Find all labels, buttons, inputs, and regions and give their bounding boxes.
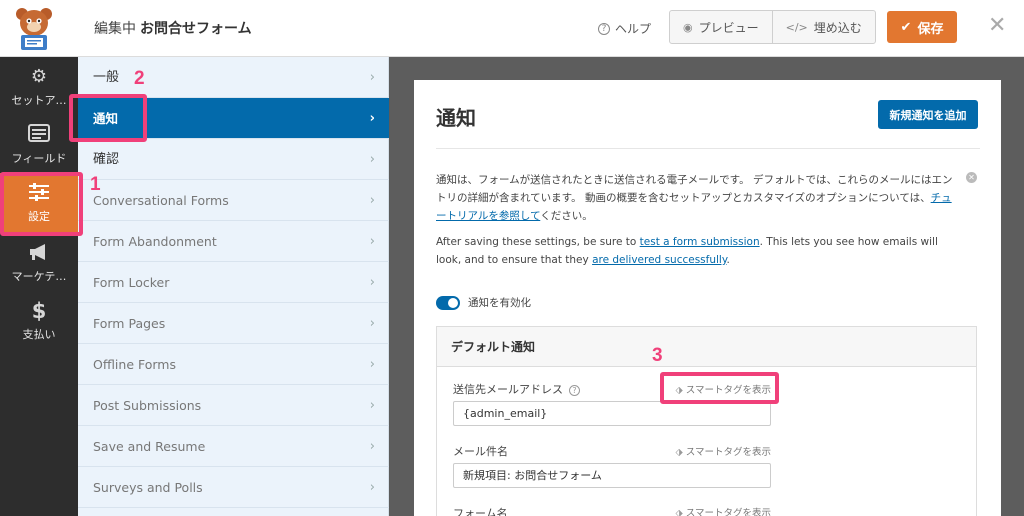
tag-icon: ⬗ (675, 508, 683, 516)
tag-icon: ⬗ (675, 447, 683, 458)
settings-item-form-locker[interactable]: Form Locker › (78, 262, 389, 303)
question-circle-icon[interactable]: ? (569, 384, 580, 396)
settings-item-confirmations[interactable]: 確認 › (78, 139, 389, 180)
default-notification-title: デフォルト通知 (437, 327, 976, 367)
annotation-number-2: 2 (134, 68, 145, 89)
megaphone-icon (28, 242, 50, 264)
eye-icon: ◉ (683, 20, 693, 34)
chevron-right-icon: › (369, 480, 375, 495)
chevron-right-icon: › (369, 70, 375, 85)
settings-item-offline-forms[interactable]: Offline Forms › (78, 344, 389, 385)
fields-list-icon (28, 124, 50, 146)
save-button[interactable]: ✔ 保存 (887, 11, 957, 43)
settings-item-surveys-and-polls[interactable]: Surveys and Polls › (78, 467, 389, 508)
add-notification-button[interactable]: 新規通知を追加 (878, 100, 978, 129)
divider (436, 148, 980, 149)
code-icon: </> (785, 20, 808, 34)
email-subject-label: メール件名 (453, 445, 508, 458)
sidebar-item-fields[interactable]: フィールド (0, 115, 78, 173)
chevron-right-icon: › (369, 398, 375, 413)
send-to-email-label: 送信先メールアドレス? (453, 381, 580, 397)
settings-item-save-and-resume[interactable]: Save and Resume › (78, 426, 389, 467)
settings-item-conversational-forms[interactable]: Conversational Forms › (78, 180, 389, 221)
delivered-successfully-link[interactable]: are delivered successfully (592, 254, 726, 266)
highlight-notifications (69, 94, 147, 142)
enable-notifications-toggle[interactable] (436, 295, 460, 310)
settings-item-form-pages[interactable]: Form Pages › (78, 303, 389, 344)
preview-embed-group: ◉ プレビュー </> 埋め込む (669, 10, 876, 44)
chevron-right-icon: › (369, 111, 375, 126)
chevron-right-icon: › (369, 439, 375, 454)
test-submission-link[interactable]: test a form submission (640, 236, 760, 248)
send-to-email-input[interactable]: {admin_email} (453, 401, 771, 426)
annotation-number-1: 1 (90, 174, 101, 195)
chevron-right-icon: › (369, 152, 375, 167)
email-subject-input[interactable]: 新規項目: お問合せフォーム (453, 463, 771, 488)
checkmark-icon: ✔ (900, 19, 912, 35)
question-circle-icon: ? (598, 22, 610, 35)
show-smart-tags-link[interactable]: ⬗ スマートタグを表示 (675, 444, 771, 458)
section-title: 通知 (436, 106, 476, 130)
top-bar: 編集中 お問合せフォーム ? ヘルプ ◉ プレビュー </> 埋め込む ✔ 保存 … (0, 0, 1024, 57)
notifications-description: 通知は、フォームが送信されたときに送信される電子メールです。 デフォルトでは、こ… (436, 174, 953, 222)
form-name: お問合せフォーム (140, 21, 252, 37)
dismiss-notice-icon[interactable]: ✕ (966, 172, 977, 183)
sidebar-item-marketing[interactable]: マーケテ… (0, 233, 78, 291)
chevron-right-icon: › (369, 234, 375, 249)
help-link[interactable]: ? ヘルプ (598, 20, 651, 37)
settings-item-general[interactable]: 一般 › (78, 57, 389, 98)
sidebar-item-payments[interactable]: $ 支払い (0, 291, 78, 349)
builder-sidebar: ⚙ セットア… フィールド 設定 マーケテ… $ 支払い (0, 57, 78, 516)
chevron-right-icon: › (369, 316, 375, 331)
chevron-right-icon: › (369, 357, 375, 372)
wpforms-bear-logo-icon (16, 8, 52, 50)
chevron-right-icon: › (369, 193, 375, 208)
settings-item-post-submissions[interactable]: Post Submissions › (78, 385, 389, 426)
annotation-number-3: 3 (652, 345, 663, 366)
preview-button[interactable]: ◉ プレビュー (670, 11, 772, 43)
dollar-icon: $ (31, 299, 47, 323)
sidebar-item-setup[interactable]: ⚙ セットア… (0, 57, 78, 115)
after-saving-note: After saving these settings, be sure to … (436, 236, 938, 266)
enable-notifications-label: 通知を有効化 (468, 297, 531, 309)
highlight-settings (0, 172, 83, 236)
gear-icon: ⚙ (30, 66, 48, 87)
default-notification-box: デフォルト通知 送信先メールアドレス? ⬗ スマートタグを表示 {admin_em… (436, 326, 977, 516)
settings-item-form-abandonment[interactable]: Form Abandonment › (78, 221, 389, 262)
page-title: 編集中 お問合せフォーム (94, 21, 252, 37)
enable-notifications-row: 通知を有効化 (436, 295, 531, 310)
notifications-card: 通知 新規通知を追加 通知は、フォームが送信されたときに送信される電子メールです… (414, 80, 1001, 516)
embed-button[interactable]: </> 埋め込む (771, 11, 875, 43)
close-icon[interactable]: ✕ (988, 13, 1006, 38)
from-name-label: フォーム名 (453, 507, 508, 516)
highlight-smart-tags (660, 372, 779, 404)
chevron-right-icon: › (369, 275, 375, 290)
show-smart-tags-link[interactable]: ⬗ スマートタグを表示 (675, 505, 771, 516)
